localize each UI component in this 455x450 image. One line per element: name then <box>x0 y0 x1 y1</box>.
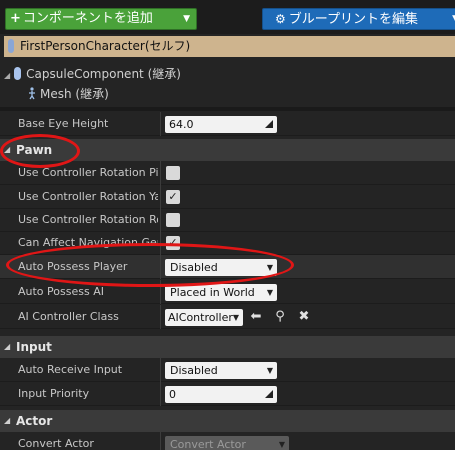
tree-item-label: CapsuleComponent (継承) <box>26 67 181 81</box>
section-title: Pawn <box>16 143 53 157</box>
property-convert-actor: Convert Actor Convert Actor ▼ <box>0 432 455 450</box>
property-label: Use Controller Rotation Roll <box>18 213 158 226</box>
root-component-label: FirstPersonCharacter(セルフ) <box>20 39 191 53</box>
section-header-input[interactable]: ◢ Input <box>0 336 455 358</box>
auto-possess-player-dropdown[interactable]: Disabled ▼ <box>165 259 277 276</box>
section-title: Input <box>16 340 52 354</box>
plus-icon: + <box>10 11 21 26</box>
column-splitter[interactable] <box>160 280 161 304</box>
property-label: Use Controller Rotation Pitch <box>18 166 158 179</box>
collapse-arrow-icon: ◢ <box>4 145 11 154</box>
column-splitter[interactable] <box>160 231 161 255</box>
base-eye-height-input[interactable]: 64.0 <box>165 116 277 133</box>
tree-item-capsule[interactable]: ◢ CapsuleComponent (継承) <box>4 64 181 84</box>
property-use-controller-rotation-roll: Use Controller Rotation Roll <box>0 208 455 232</box>
property-label: Auto Possess Player <box>18 260 128 273</box>
root-component-row[interactable]: FirstPersonCharacter(セルフ) <box>4 36 455 57</box>
property-ai-controller-class: AI Controller Class AIController ▼ ⬅ ⚲ ✖ <box>0 305 455 329</box>
section-header-pawn[interactable]: ◢ Pawn <box>0 139 455 161</box>
chevron-down-icon: ▼ <box>232 313 239 322</box>
toolbar: +コンポーネントを追加 ▼ ⚙ブループリントを編集 ▼ <box>0 0 455 34</box>
property-use-controller-rotation-pitch: Use Controller Rotation Pitch <box>0 161 455 185</box>
convert-actor-dropdown[interactable]: Convert Actor ▼ <box>165 436 289 450</box>
edit-blueprint-button[interactable]: ⚙ブループリントを編集 ▼ <box>262 8 455 30</box>
resize-handle-icon <box>265 390 273 398</box>
auto-possess-ai-dropdown[interactable]: Placed in World ▼ <box>165 284 277 301</box>
add-component-label: コンポーネントを追加 <box>22 11 153 26</box>
collapse-arrow-icon: ◢ <box>4 342 11 351</box>
column-splitter[interactable] <box>160 112 161 136</box>
chevron-down-icon: ▼ <box>266 366 273 375</box>
pitch-checkbox[interactable] <box>166 166 180 180</box>
use-selected-arrow-icon[interactable]: ⬅ <box>248 307 264 327</box>
property-label: Convert Actor <box>18 437 94 450</box>
property-label: Auto Receive Input <box>18 363 123 376</box>
gear-icon: ⚙ <box>275 12 286 26</box>
chevron-down-icon: ▼ <box>278 440 285 449</box>
navigation-checkbox[interactable]: ✓ <box>166 236 180 250</box>
collapse-arrow-icon: ◢ <box>4 416 11 425</box>
property-auto-possess-player: Auto Possess Player Disabled ▼ <box>0 255 455 279</box>
dropdown-value: AIController <box>168 311 233 324</box>
browse-search-icon[interactable]: ⚲ <box>272 307 288 327</box>
property-base-eye-height: Base Eye Height 64.0 <box>0 112 455 136</box>
dropdown-value: Disabled <box>170 364 218 377</box>
auto-receive-input-dropdown[interactable]: Disabled ▼ <box>165 362 277 379</box>
input-priority-value: 0 <box>169 388 176 401</box>
capsule-icon <box>14 67 22 80</box>
capsule-icon <box>8 39 14 53</box>
chevron-down-icon: ▼ <box>266 288 273 297</box>
resize-handle-icon <box>265 120 273 128</box>
component-tree: ◢ CapsuleComponent (継承) Mesh (継承) <box>0 60 455 105</box>
roll-checkbox[interactable] <box>166 213 180 227</box>
property-label: Use Controller Rotation Yaw <box>18 190 158 203</box>
tree-item-label: Mesh (継承) <box>40 87 109 101</box>
section-header-actor[interactable]: ◢ Actor <box>0 410 455 432</box>
column-splitter[interactable] <box>160 185 161 209</box>
checkmark-icon: ✓ <box>168 236 178 249</box>
tree-item-mesh[interactable]: Mesh (継承) <box>28 84 109 104</box>
edit-blueprint-label: ブループリントを編集 <box>288 12 418 27</box>
add-component-button[interactable]: + コンポーネントを追加 ▼ <box>5 8 197 30</box>
column-splitter[interactable] <box>160 208 161 232</box>
dropdown-value: Convert Actor <box>170 438 246 450</box>
column-splitter[interactable] <box>160 305 161 329</box>
column-splitter[interactable] <box>160 161 161 185</box>
column-splitter[interactable] <box>160 358 161 382</box>
divider <box>0 107 455 111</box>
property-label: AI Controller Class <box>18 310 119 323</box>
base-eye-height-value: 64.0 <box>169 118 194 131</box>
property-input-priority: Input Priority 0 <box>0 382 455 406</box>
chevron-down-icon: ▼ <box>183 14 190 24</box>
column-splitter[interactable] <box>160 432 161 450</box>
mesh-figure-icon <box>29 87 35 100</box>
property-label: Base Eye Height <box>18 117 109 130</box>
property-label: Auto Possess AI <box>18 285 104 298</box>
dropdown-value: Placed in World <box>170 286 255 299</box>
column-splitter[interactable] <box>160 255 161 279</box>
input-priority-input[interactable]: 0 <box>165 386 277 403</box>
dropdown-value: Disabled <box>170 261 218 274</box>
section-title: Actor <box>16 414 53 428</box>
clear-x-icon[interactable]: ✖ <box>296 307 312 327</box>
property-auto-receive-input: Auto Receive Input Disabled ▼ <box>0 358 455 382</box>
yaw-checkbox[interactable]: ✓ <box>166 190 180 204</box>
expand-arrow-icon[interactable]: ◢ <box>4 71 10 80</box>
ai-controller-class-dropdown[interactable]: AIController ▼ <box>165 309 243 326</box>
column-splitter[interactable] <box>160 382 161 406</box>
checkmark-icon: ✓ <box>168 190 178 203</box>
property-use-controller-rotation-yaw: Use Controller Rotation Yaw ✓ <box>0 185 455 209</box>
chevron-down-icon: ▼ <box>266 263 273 272</box>
property-label: Input Priority <box>18 387 90 400</box>
property-can-affect-navigation: Can Affect Navigation Generation ✓ <box>0 231 455 255</box>
property-auto-possess-ai: Auto Possess AI Placed in World ▼ <box>0 280 455 304</box>
property-label: Can Affect Navigation Generation <box>18 236 158 249</box>
